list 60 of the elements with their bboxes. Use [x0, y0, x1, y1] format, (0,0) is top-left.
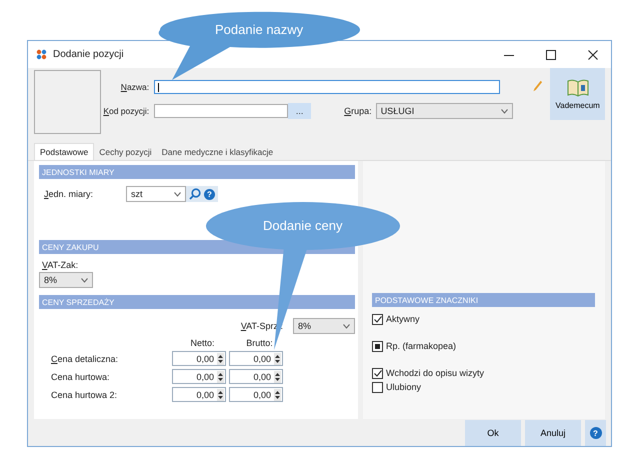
- field-label: Nazwa:: [120, 82, 150, 92]
- chevron-icon: [174, 192, 181, 196]
- browse-button[interactable]: ...: [288, 103, 312, 119]
- field-label: Kod pozycji:: [102, 106, 150, 116]
- checkbox-label: Rp. (farmakopea): [386, 341, 456, 351]
- tab[interactable]: Podstawowe: [34, 143, 94, 160]
- maximize-icon[interactable]: [546, 50, 556, 60]
- help-button[interactable]: ?: [585, 420, 606, 446]
- chevron-icon: [343, 324, 350, 328]
- section-header: PODSTAWOWE ZNACZNIKI: [372, 293, 595, 307]
- checkbox-label: Aktywny: [386, 314, 420, 324]
- group-select[interactable]: USŁUGI: [376, 103, 513, 119]
- price-field[interactable]: 0,00: [172, 387, 226, 402]
- tab[interactable]: Cechy pozycji: [94, 143, 157, 160]
- search-icon[interactable]: [189, 188, 201, 200]
- section-header: CENY SPRZEDAŻY: [39, 295, 355, 309]
- spinner-icon[interactable]: [274, 388, 281, 400]
- price-field[interactable]: 0,00: [172, 369, 226, 384]
- checkbox[interactable]: [372, 368, 383, 378]
- field-label: Cena hurtowa:: [50, 372, 111, 382]
- code-field[interactable]: [154, 104, 288, 118]
- vat-select[interactable]: 8%: [39, 272, 93, 288]
- dialog-button[interactable]: Ok: [465, 420, 521, 446]
- field-label: Grupa:: [344, 106, 372, 116]
- spinner-icon[interactable]: [217, 370, 224, 382]
- close-icon[interactable]: [588, 50, 598, 60]
- spinner-icon[interactable]: [217, 352, 224, 364]
- price-field[interactable]: 0,00: [172, 351, 226, 366]
- spinner-icon[interactable]: [274, 352, 281, 364]
- chevron-icon: [500, 108, 508, 114]
- tab[interactable]: Dane medyczne i klasyfikacje: [156, 143, 278, 160]
- spinner-icon[interactable]: [217, 388, 224, 400]
- checkbox[interactable]: [372, 340, 383, 352]
- dialog-button[interactable]: Anuluj: [525, 420, 581, 446]
- callout-text: Podanie nazwy: [215, 22, 304, 37]
- column-header: Brutto:: [245, 338, 274, 348]
- checkbox[interactable]: [372, 382, 383, 392]
- help-icon[interactable]: ?: [204, 188, 215, 200]
- checkbox-label: Wchodzi do opisu wizyty: [386, 368, 484, 378]
- price-field[interactable]: 0,00: [229, 387, 283, 402]
- checkbox[interactable]: [372, 314, 383, 324]
- spinner-icon[interactable]: [274, 370, 281, 382]
- callout-text: Dodanie ceny: [263, 218, 342, 233]
- price-field[interactable]: 0,00: [229, 351, 283, 366]
- book-icon: [566, 78, 589, 96]
- vademecum-button[interactable]: Vademecum: [550, 68, 605, 120]
- column-header: Netto:: [189, 338, 216, 348]
- window-title: Dodanie pozycji: [53, 49, 125, 60]
- field-label: VAT-Zak:: [42, 260, 78, 270]
- field-label: Cena hurtowa 2:: [50, 390, 118, 400]
- chevron-icon: [81, 278, 88, 282]
- field-label: Jedn. miary:: [44, 189, 94, 199]
- unit-select[interactable]: szt: [126, 186, 186, 202]
- checkbox-label: Ulubiony: [386, 382, 422, 392]
- name-field[interactable]: [154, 80, 500, 94]
- field-label: Cena detaliczna:: [50, 354, 120, 364]
- app-icon: [36, 49, 47, 60]
- section-header: JEDNOSTKI MIARY: [39, 165, 355, 179]
- vat-select[interactable]: 8%: [293, 318, 355, 334]
- price-field[interactable]: 0,00: [229, 369, 283, 384]
